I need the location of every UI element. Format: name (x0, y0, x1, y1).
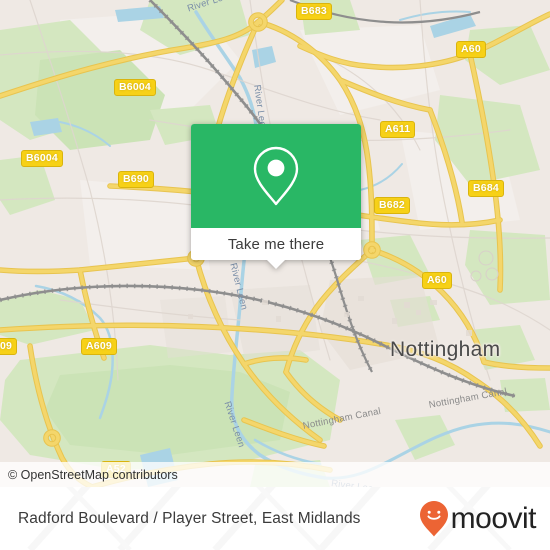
road-shield: A60 (456, 41, 486, 58)
road-shield: B690 (118, 171, 154, 188)
map-viewport[interactable]: .land { fill:#efe9e4; } .urban { fill:#e… (0, 0, 550, 487)
page-title: Radford Boulevard / Player Street, East … (18, 509, 361, 527)
road-shield: A611 (380, 121, 416, 138)
take-me-there-button[interactable]: Take me there (191, 228, 361, 260)
road-shield: 09 (0, 338, 18, 355)
location-callout-card[interactable]: Take me there (191, 124, 361, 269)
moovit-pin-smiley-icon (419, 500, 448, 536)
road-shield: B6004 (21, 150, 63, 167)
road-shield: A609 (81, 338, 117, 355)
callout-body: Take me there (191, 124, 361, 260)
attribution-text[interactable]: © OpenStreetMap contributors (0, 468, 178, 482)
road-shield: B684 (468, 180, 504, 197)
footer-content: Radford Boulevard / Player Street, East … (0, 487, 550, 550)
map-attribution-bar: © OpenStreetMap contributors (0, 462, 550, 487)
road-shield: B682 (374, 197, 410, 214)
footer-bar: Radford Boulevard / Player Street, East … (0, 487, 550, 550)
moovit-wordmark: moovit (450, 501, 537, 535)
callout-hero (191, 124, 361, 228)
take-me-there-label: Take me there (227, 235, 325, 253)
road-shield: B6004 (114, 79, 156, 96)
callout-pointer (267, 260, 285, 269)
road-shield: B683 (296, 3, 332, 20)
moovit-station-screenshot: .land { fill:#efe9e4; } .urban { fill:#e… (0, 0, 550, 550)
road-shield: A60 (422, 272, 452, 289)
moovit-logo[interactable]: moovit (419, 500, 537, 538)
map-pin-icon (253, 146, 299, 206)
place-label-nottingham: Nottingham (390, 338, 501, 361)
